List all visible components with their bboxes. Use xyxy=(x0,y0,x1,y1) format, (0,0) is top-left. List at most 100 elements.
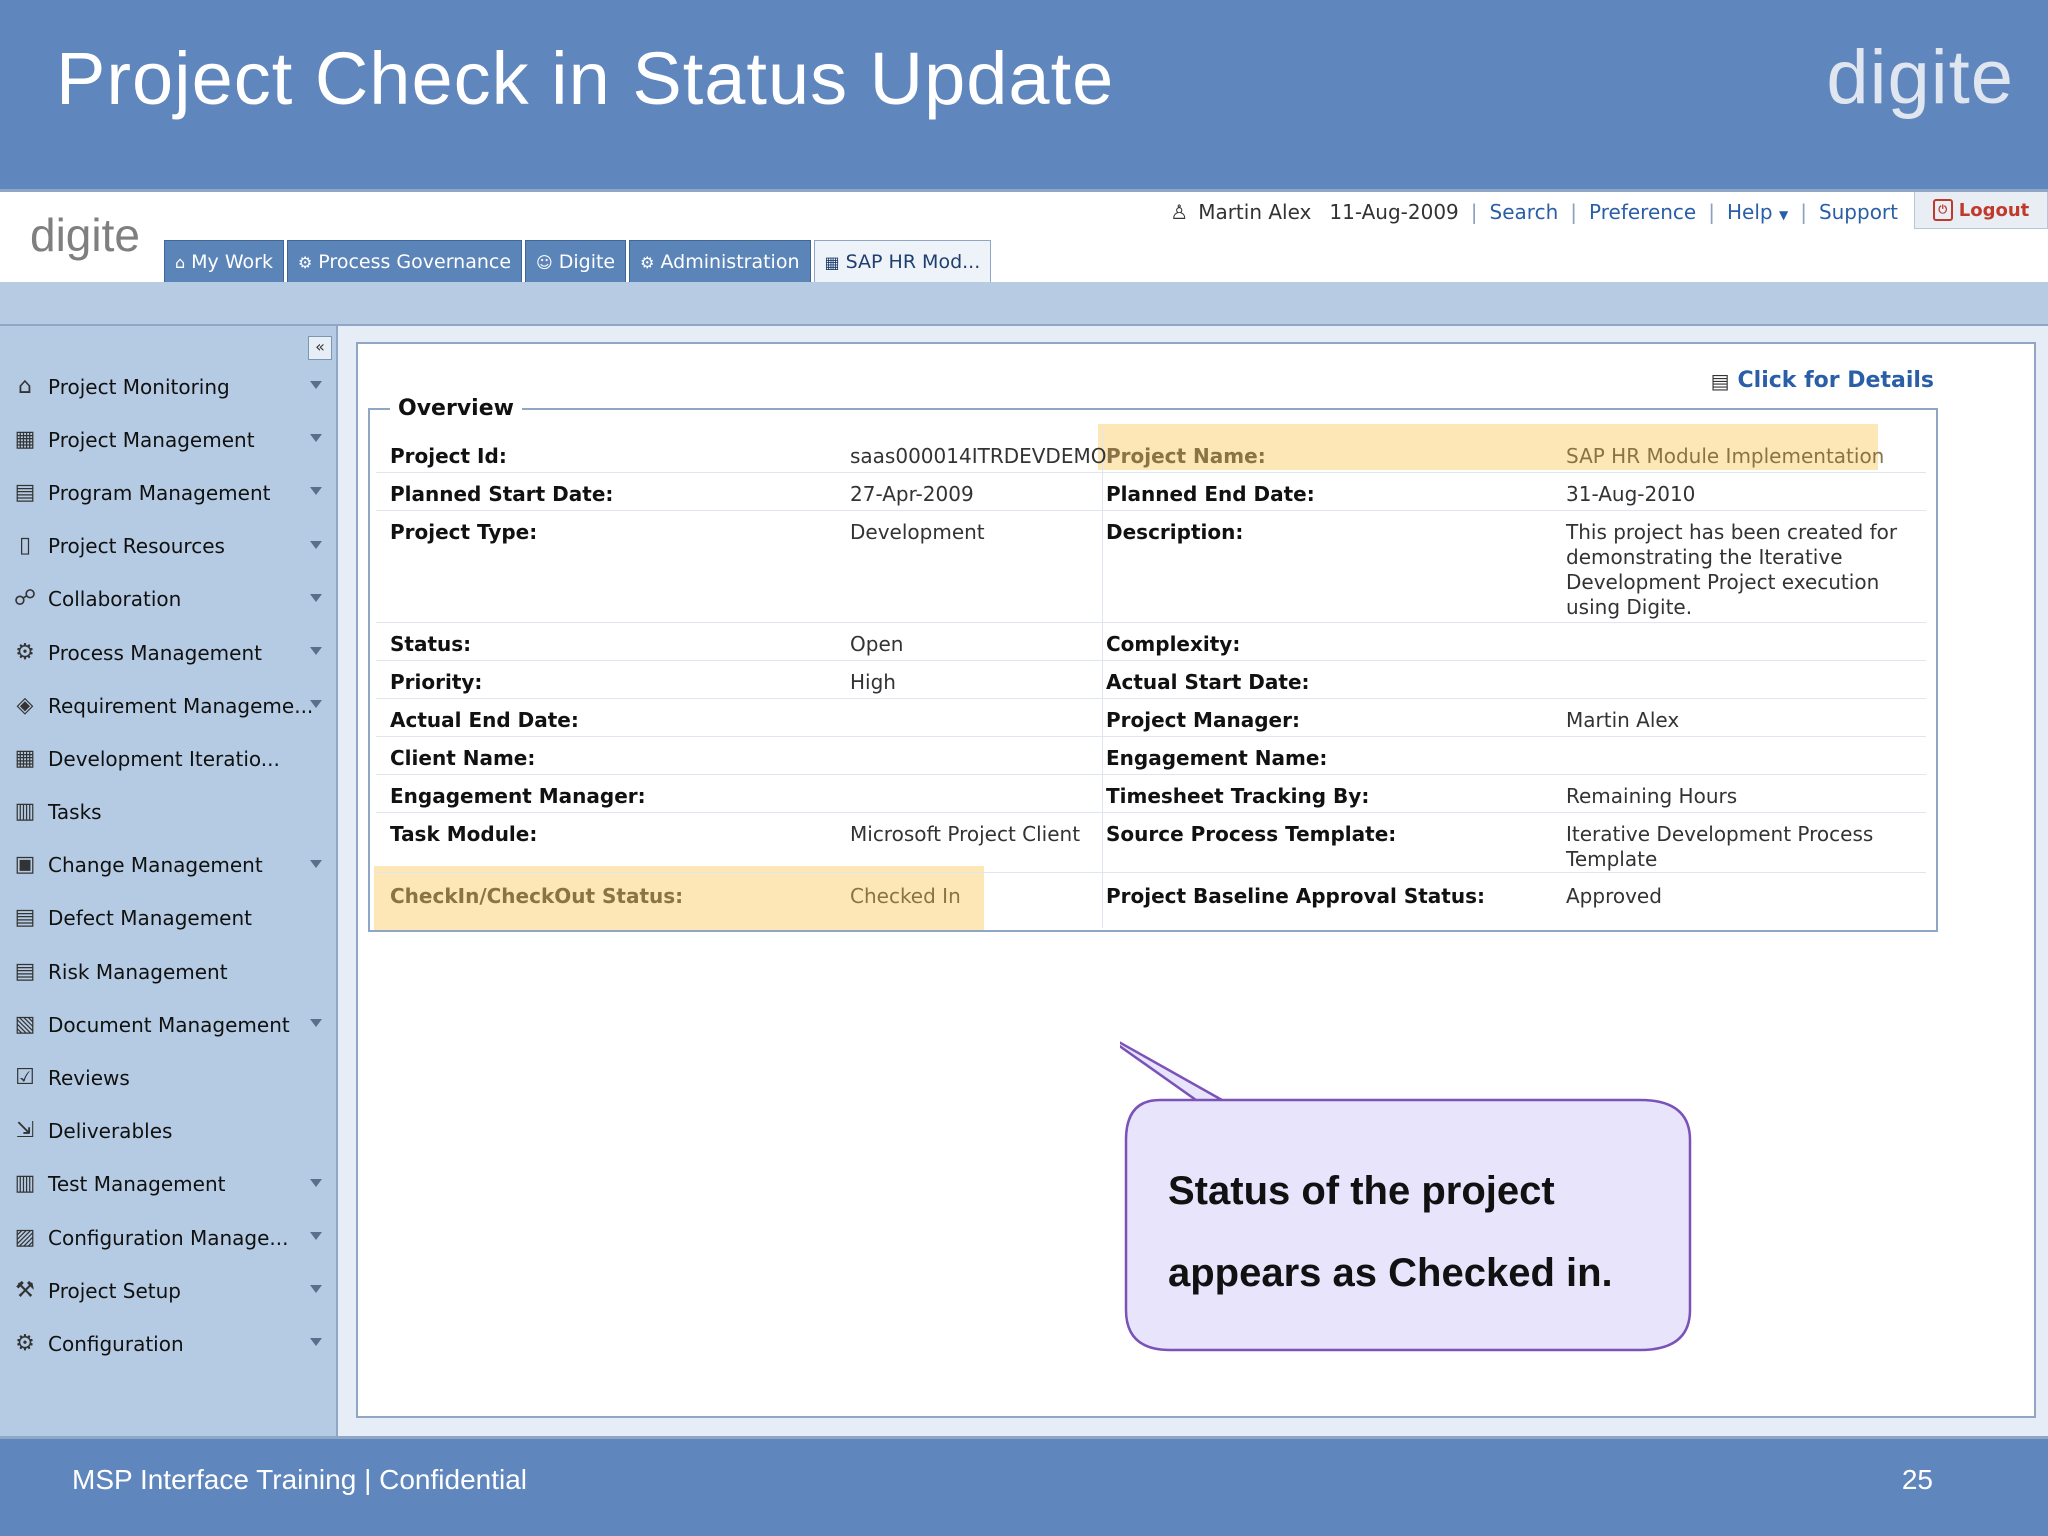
sidebar-item-development-iteratio[interactable]: ▦ Development Iteratio... xyxy=(0,732,336,785)
sidebar-item-label: Project Management xyxy=(48,427,255,452)
expand-arrow-icon[interactable] xyxy=(310,859,322,868)
sidebar-item-program-management[interactable]: ▤ Program Management xyxy=(0,466,336,519)
expand-arrow-icon[interactable] xyxy=(310,646,322,655)
sidebar-item-project-resources[interactable]: ▯ Project Resources xyxy=(0,520,336,573)
expand-arrow-icon[interactable] xyxy=(310,540,322,549)
planned-end-date-label: Planned End Date: xyxy=(1106,482,1315,506)
status-label: Status: xyxy=(390,632,472,656)
support-link[interactable]: Support xyxy=(1819,200,1898,224)
tab-label: Process Governance xyxy=(318,251,512,273)
sidebar-item-collaboration[interactable]: ☍ Collaboration xyxy=(0,573,336,626)
sidebar-item-risk-management[interactable]: ▤ Risk Management xyxy=(0,945,336,998)
logout-label: Logout xyxy=(1958,199,2030,221)
tab-label: Digite xyxy=(558,251,616,273)
source-process-template-label: Source Process Template: xyxy=(1106,822,1397,846)
sidebar-item-label: Test Management xyxy=(48,1172,226,1197)
sidebar-item-label: Project Setup xyxy=(48,1278,181,1303)
sidebar-item-requirement-manageme[interactable]: ◈ Requirement Manageme... xyxy=(0,679,336,732)
expand-arrow-icon[interactable] xyxy=(310,1338,322,1347)
expand-arrow-icon[interactable] xyxy=(310,434,322,443)
sidebar-item-tasks[interactable]: ▥ Tasks xyxy=(0,786,336,839)
expand-arrow-icon[interactable] xyxy=(310,700,322,709)
preference-link[interactable]: Preference xyxy=(1589,200,1696,224)
engagement-manager-label: Engagement Manager: xyxy=(390,784,646,808)
sidebar-item-deliverables[interactable]: ⇲ Deliverables xyxy=(0,1105,336,1158)
footer-text: MSP Interface Training | Confidential xyxy=(72,1464,527,1495)
help-link[interactable]: Help ▼ xyxy=(1727,200,1788,224)
sidebar-item-test-management[interactable]: ▥ Test Management xyxy=(0,1158,336,1211)
sidebar-item-label: Tasks xyxy=(48,800,102,825)
engagement-name-label: Engagement Name: xyxy=(1106,746,1328,770)
sidebar-item-defect-management[interactable]: ▤ Defect Management xyxy=(0,892,336,945)
page-number: 25 xyxy=(1901,1464,1933,1495)
sub-toolbar xyxy=(0,282,2048,326)
house-icon: ⌂ xyxy=(18,373,32,399)
tab-administration[interactable]: ⚙ Administration xyxy=(629,240,811,283)
expand-arrow-icon[interactable] xyxy=(310,1285,322,1294)
resource-icon: ▯ xyxy=(18,533,32,559)
planned-start-date-value: 27-Apr-2009 xyxy=(850,482,974,506)
logout-button[interactable]: ⏻ Logout xyxy=(1914,192,2048,229)
project-type-label: Project Type: xyxy=(390,520,538,544)
callout-line-1: Status of the project xyxy=(1168,1169,1555,1213)
tab-process-governance[interactable]: ⚙ Process Governance xyxy=(286,240,523,283)
sidebar-item-label: Defect Management xyxy=(48,906,252,931)
tab-digite[interactable]: ☺ Digite xyxy=(525,240,627,283)
click-for-details-link[interactable]: ▤ Click for Details xyxy=(1711,368,1934,393)
collapse-sidebar-button[interactable]: « xyxy=(308,336,332,360)
sidebar-item-project-management[interactable]: ▦ Project Management xyxy=(0,413,336,466)
timesheet-tracking-by-label: Timesheet Tracking By: xyxy=(1106,784,1370,808)
expand-arrow-icon[interactable] xyxy=(310,1019,322,1028)
slide-title: Project Check in Status Update xyxy=(56,37,1115,120)
tab-label: SAP HR Mod... xyxy=(845,251,981,273)
complexity-label: Complexity: xyxy=(1106,632,1241,656)
expand-arrow-icon[interactable] xyxy=(310,1232,322,1240)
checkin-checkout-status-value: Checked In xyxy=(850,884,961,908)
planned-start-date-label: Planned Start Date: xyxy=(390,482,614,506)
sidebar-item-project-monitoring[interactable]: ⌂ Project Monitoring xyxy=(0,360,336,413)
sidebar-item-configuration-manage[interactable]: ▨ Configuration Manage... xyxy=(0,1211,336,1264)
expand-arrow-icon[interactable] xyxy=(310,381,322,389)
sidebar-item-document-management[interactable]: ▧ Document Management xyxy=(0,998,336,1051)
row-divider xyxy=(376,872,1926,873)
separator: | xyxy=(1570,200,1578,224)
sidebar-item-label: Change Management xyxy=(48,853,263,878)
status-value: Open xyxy=(850,632,904,656)
project-id-value: saas000014ITRDEVDEMO xyxy=(850,444,1107,468)
row-divider xyxy=(376,660,1926,661)
setup-icon: ⚒ xyxy=(15,1277,35,1303)
project-icon: ▦ xyxy=(14,426,36,452)
project-name-value: SAP HR Module Implementation xyxy=(1566,444,1885,468)
sidebar-item-configuration[interactable]: ⚙ Configuration xyxy=(0,1317,336,1370)
help-label: Help xyxy=(1726,200,1773,224)
sidebar-item-reviews[interactable]: ☑ Reviews xyxy=(0,1051,336,1104)
deliverables-icon: ⇲ xyxy=(15,1118,35,1144)
sidebar-item-label: Requirement Manageme... xyxy=(48,693,314,718)
sidebar-item-process-management[interactable]: ⚙ Process Management xyxy=(0,626,336,679)
sidebar-item-project-setup[interactable]: ⚒ Project Setup xyxy=(0,1264,336,1317)
tasks-icon: ▥ xyxy=(14,799,36,825)
process-icon: ⚙ xyxy=(15,639,35,665)
details-icon: ▤ xyxy=(1710,368,1730,393)
sidebar-nav: ⌂ Project Monitoring ▦ Project Management ▤ P… xyxy=(0,360,336,1371)
expand-arrow-icon[interactable] xyxy=(310,1178,322,1187)
search-link[interactable]: Search xyxy=(1490,200,1559,224)
sidebar-item-change-management[interactable]: ▣ Change Management xyxy=(0,839,336,892)
risk-icon: ▤ xyxy=(14,958,36,984)
review-icon: ☑ xyxy=(15,1065,35,1091)
gear-icon: ⚙ xyxy=(297,252,313,272)
project-baseline-approval-status-label: Project Baseline Approval Status: xyxy=(1106,884,1485,908)
user-name: Martin Alex xyxy=(1198,200,1312,224)
callout-line-2: appears as Checked in. xyxy=(1168,1251,1613,1295)
expand-arrow-icon[interactable] xyxy=(310,593,322,602)
sidebar-item-label: Configuration Manage... xyxy=(48,1225,289,1250)
sidebar-item-label: Process Management xyxy=(48,640,262,665)
overview-title: Overview xyxy=(390,396,522,421)
tab-sap-hr-mod[interactable]: ▦ SAP HR Mod... xyxy=(813,240,992,283)
tab-my-work[interactable]: ⌂ My Work xyxy=(164,240,284,283)
expand-arrow-icon[interactable] xyxy=(310,487,322,496)
task-module-value: Microsoft Project Client xyxy=(850,822,1081,846)
home-icon: ⌂ xyxy=(175,252,186,272)
project-baseline-approval-status-value: Approved xyxy=(1566,884,1662,908)
change-icon: ▣ xyxy=(14,852,36,878)
